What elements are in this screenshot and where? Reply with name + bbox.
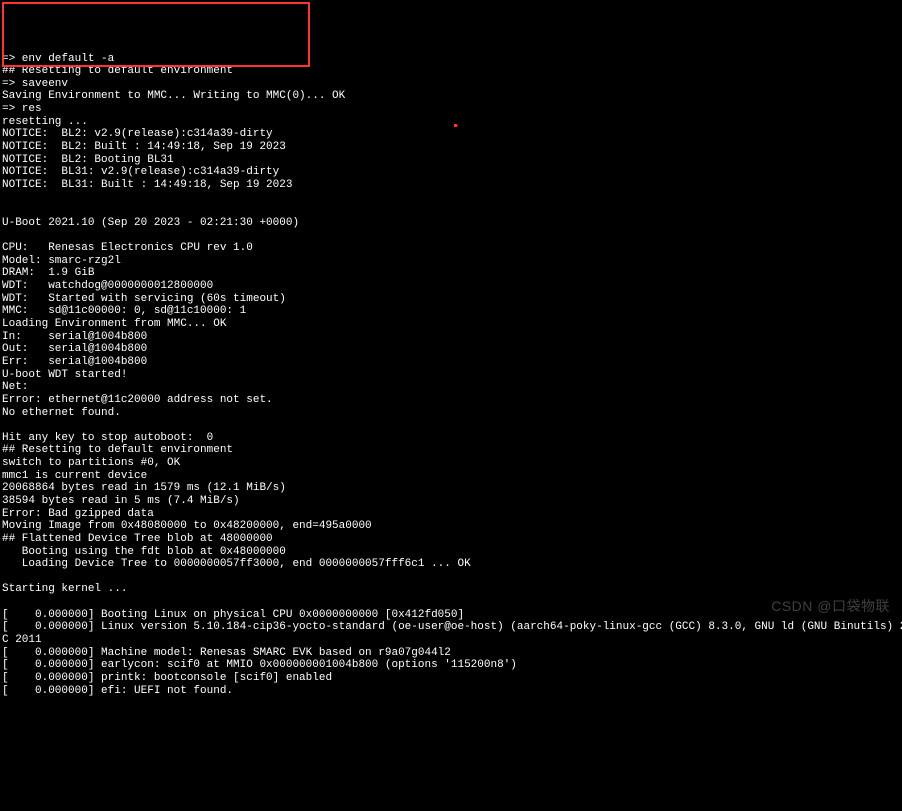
terminal-line: Booting using the fdt blob at 0x48000000 bbox=[2, 546, 902, 559]
terminal-line bbox=[2, 419, 902, 432]
terminal-line bbox=[2, 192, 902, 205]
terminal-line: Loading Device Tree to 0000000057ff3000,… bbox=[2, 558, 902, 571]
terminal-line: Moving Image from 0x48080000 to 0x482000… bbox=[2, 520, 902, 533]
terminal-line: => saveenv bbox=[2, 78, 902, 91]
terminal-line: [ 0.000000] earlycon: scif0 at MMIO 0x00… bbox=[2, 659, 902, 672]
terminal-line: => env default -a bbox=[2, 53, 902, 66]
terminal-line: No ethernet found. bbox=[2, 407, 902, 420]
terminal-line: MMC: sd@11c00000: 0, sd@11c10000: 1 bbox=[2, 305, 902, 318]
terminal-line: switch to partitions #0, OK bbox=[2, 457, 902, 470]
terminal-line: resetting ... bbox=[2, 116, 902, 129]
terminal-line: Err: serial@1004b800 bbox=[2, 356, 902, 369]
terminal-line: NOTICE: BL2: v2.9(release):c314a39-dirty bbox=[2, 128, 902, 141]
terminal-line: [ 0.000000] efi: UEFI not found. bbox=[2, 685, 902, 698]
terminal-line: NOTICE: BL31: v2.9(release):c314a39-dirt… bbox=[2, 166, 902, 179]
terminal-line: mmc1 is current device bbox=[2, 470, 902, 483]
terminal-line: 38594 bytes read in 5 ms (7.4 MiB/s) bbox=[2, 495, 902, 508]
terminal-line: Error: ethernet@11c20000 address not set… bbox=[2, 394, 902, 407]
terminal-line: ## Resetting to default environment bbox=[2, 65, 902, 78]
terminal-line: Model: smarc-rzg2l bbox=[2, 255, 902, 268]
terminal-line: WDT: watchdog@0000000012800000 bbox=[2, 280, 902, 293]
terminal-line: C 2011 bbox=[2, 634, 902, 647]
terminal-line: U-Boot 2021.10 (Sep 20 2023 - 02:21:30 +… bbox=[2, 217, 902, 230]
terminal-line bbox=[2, 204, 902, 217]
terminal-line: CPU: Renesas Electronics CPU rev 1.0 bbox=[2, 242, 902, 255]
terminal-line: WDT: Started with servicing (60s timeout… bbox=[2, 293, 902, 306]
terminal-line: [ 0.000000] printk: bootconsole [scif0] … bbox=[2, 672, 902, 685]
terminal-line bbox=[2, 230, 902, 243]
terminal-line: Error: Bad gzipped data bbox=[2, 508, 902, 521]
terminal-line: ## Flattened Device Tree blob at 4800000… bbox=[2, 533, 902, 546]
terminal-line bbox=[2, 571, 902, 584]
terminal-line: [ 0.000000] Linux version 5.10.184-cip36… bbox=[2, 621, 902, 634]
terminal-line: 20068864 bytes read in 1579 ms (12.1 MiB… bbox=[2, 482, 902, 495]
terminal-line: [ 0.000000] Booting Linux on physical CP… bbox=[2, 609, 902, 622]
terminal-line: => res bbox=[2, 103, 902, 116]
terminal-line bbox=[2, 596, 902, 609]
red-marker-dot bbox=[454, 124, 457, 127]
terminal-line: NOTICE: BL2: Built : 14:49:18, Sep 19 20… bbox=[2, 141, 902, 154]
watermark-text: CSDN @口袋物联 bbox=[771, 598, 890, 614]
terminal-line: NOTICE: BL31: Built : 14:49:18, Sep 19 2… bbox=[2, 179, 902, 192]
terminal-line: [ 0.000000] Machine model: Renesas SMARC… bbox=[2, 647, 902, 660]
terminal-line: In: serial@1004b800 bbox=[2, 331, 902, 344]
terminal-line: Loading Environment from MMC... OK bbox=[2, 318, 902, 331]
terminal-line: Hit any key to stop autoboot: 0 bbox=[2, 432, 902, 445]
terminal-line: Starting kernel ... bbox=[2, 583, 902, 596]
terminal-line: ## Resetting to default environment bbox=[2, 444, 902, 457]
terminal-line: Saving Environment to MMC... Writing to … bbox=[2, 90, 902, 103]
terminal-line: DRAM: 1.9 GiB bbox=[2, 267, 902, 280]
terminal-output[interactable]: => env default -a## Resetting to default… bbox=[0, 51, 902, 698]
terminal-line: Net: bbox=[2, 381, 902, 394]
terminal-line: U-boot WDT started! bbox=[2, 369, 902, 382]
terminal-line: Out: serial@1004b800 bbox=[2, 343, 902, 356]
terminal-line: NOTICE: BL2: Booting BL31 bbox=[2, 154, 902, 167]
